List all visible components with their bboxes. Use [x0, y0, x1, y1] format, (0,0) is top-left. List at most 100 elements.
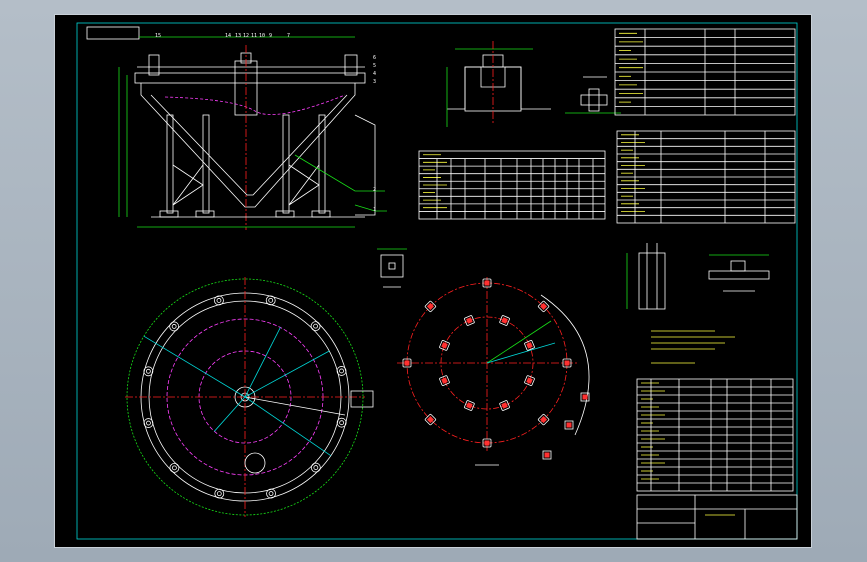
bolt-marker-fill	[564, 360, 570, 366]
base-plate-detail	[708, 254, 770, 292]
callout-label: 2	[373, 187, 376, 193]
bolt-marker-fill	[526, 342, 533, 349]
front-elevation-view: 15 14 13 12 11 10 9 7 6 5 4 3 2 1	[118, 33, 387, 230]
drawing-border	[76, 22, 798, 540]
leader-cone	[294, 154, 385, 192]
radial-dimension	[214, 396, 246, 432]
anchor-plate	[638, 252, 666, 310]
bolt-marker-outer-fill	[566, 422, 572, 428]
right-leg-inner	[282, 114, 290, 214]
outlet-pipe	[354, 114, 376, 216]
inner-cone	[150, 94, 348, 196]
leg-marker	[310, 462, 321, 473]
anchor-bolt-detail	[626, 243, 666, 310]
radial-dimension	[143, 335, 246, 398]
bolt-radial-dim-2	[486, 342, 556, 364]
leg-marker-hole	[216, 491, 222, 497]
bolt-marker-fill	[484, 440, 490, 446]
bolt-radial-dim-1	[486, 320, 552, 364]
callout-label: 9	[269, 33, 272, 39]
detail-a-box	[380, 254, 404, 278]
technical-notes	[651, 330, 735, 364]
channel-web	[588, 88, 600, 112]
detail-a-inner	[388, 262, 396, 270]
title-block	[636, 494, 798, 540]
parts-list-rows	[637, 382, 793, 484]
leg-marker	[265, 295, 276, 306]
callout-label: 1	[373, 207, 376, 213]
leg-marker-hole	[313, 465, 319, 470]
leg-table-rows	[419, 154, 605, 212]
plan-radial-dims	[143, 327, 332, 457]
plan-rake-arm	[244, 396, 346, 416]
left-leg-outer	[166, 114, 174, 214]
tank-top-deck	[134, 72, 366, 84]
callout-label: 4	[373, 71, 376, 77]
weir-section-detail	[446, 41, 551, 127]
right-handrail-post	[344, 54, 358, 76]
sludge-line	[164, 94, 346, 115]
leg-marker-hole	[172, 465, 177, 471]
leg-marker-hole	[313, 323, 318, 329]
bolt-marker-fill	[501, 402, 508, 409]
leg-marker-hole	[171, 324, 177, 329]
plan-view	[125, 277, 374, 517]
right-bracing	[288, 164, 320, 206]
part-callouts: 15 14 13 12 11 10 9 7 6 5 4 3 2 1	[155, 33, 376, 213]
cad-drawing[interactable]: 15 14 13 12 11 10 9 7 6 5 4 3 2 1	[55, 15, 811, 547]
bolt-marker-fill	[501, 317, 508, 324]
plan-sludge-outlet	[244, 452, 266, 474]
callout-label: 3	[373, 79, 376, 85]
parts-list-table	[636, 378, 794, 492]
leg-marker	[336, 366, 347, 376]
drawing-viewport[interactable]: 15 14 13 12 11 10 9 7 6 5 4 3 2 1	[54, 14, 812, 548]
base-rib	[730, 260, 746, 272]
technical-data-table	[614, 28, 796, 116]
foot-pad-1	[159, 210, 179, 218]
callout-label: 12	[243, 33, 249, 39]
title-tag-box	[86, 26, 140, 40]
leg-marker-hole	[216, 298, 222, 303]
callout-label: 5	[373, 63, 376, 69]
detail-a-view	[377, 248, 407, 288]
leg-marker	[143, 366, 154, 377]
bolt-marker-fill	[466, 317, 473, 324]
foot-pad-4	[311, 210, 331, 218]
callout-label: 11	[251, 33, 257, 39]
title-block-frame	[636, 494, 798, 540]
channel-body	[580, 94, 608, 106]
leg-marker	[310, 321, 321, 332]
support-legs	[159, 114, 331, 218]
callout-label: 15	[155, 33, 161, 39]
bolt-marker-fill	[484, 280, 490, 286]
callout-label: 10	[259, 33, 265, 39]
bolt-marker-fill	[540, 416, 548, 424]
leg-marker	[214, 295, 224, 306]
radial-dimension	[244, 350, 330, 398]
leg-marker	[214, 488, 225, 499]
cad-viewer: 15 14 13 12 11 10 9 7 6 5 4 3 2 1	[0, 0, 867, 562]
base-plate	[708, 270, 770, 280]
leg-parameter-table	[418, 150, 606, 220]
foot-pad-3	[275, 210, 295, 218]
leg-marker	[143, 418, 154, 428]
bolt-marker-fill	[466, 402, 473, 409]
leg-marker-hole	[146, 420, 151, 426]
bolt-marker-outer-fill	[544, 452, 550, 458]
leg-marker-hole	[268, 491, 274, 496]
radial-dimension	[244, 396, 332, 457]
leader-outlet	[354, 204, 387, 212]
left-bracing	[172, 164, 204, 206]
callout-label: 13	[235, 33, 241, 39]
foot-pad-2	[195, 210, 215, 218]
leg-marker	[266, 488, 276, 499]
leg-marker	[336, 417, 347, 428]
plan-launder-box	[350, 390, 374, 408]
leg-marker	[169, 462, 180, 473]
weir-profile	[447, 66, 551, 110]
bolt-circle-view	[397, 277, 590, 466]
nozzle-table	[616, 130, 796, 224]
leg-marker	[169, 321, 180, 332]
left-leg-inner	[202, 114, 210, 214]
channel-section-detail	[565, 76, 621, 114]
